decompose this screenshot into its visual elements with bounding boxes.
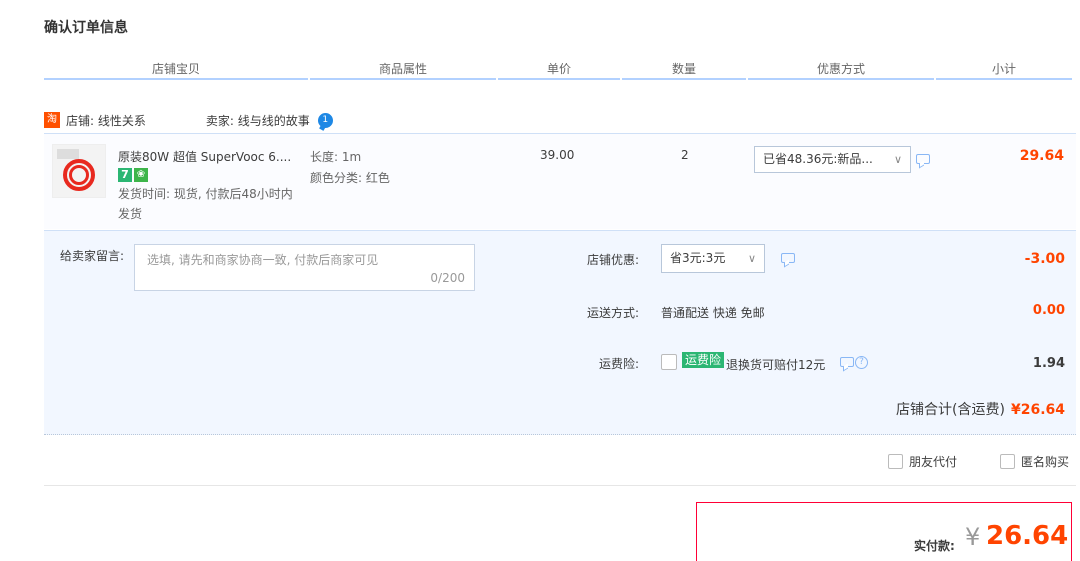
item-subtotal: 29.64: [1019, 148, 1064, 164]
insurance-text: 退换货可赔付12元: [726, 358, 826, 372]
discount-comment-icon[interactable]: [916, 154, 930, 164]
ship-time-text: 发货时间: 现货, 付款后48小时内发货: [118, 187, 293, 221]
col-header-attributes: 商品属性: [310, 62, 496, 80]
payment-currency: ¥: [965, 523, 981, 551]
item-discount-select[interactable]: 已省48.36元:新品... ∨: [754, 146, 911, 173]
product-box-graphic: [57, 149, 79, 159]
message-label: 给卖家留言:: [60, 249, 125, 263]
insurance-amount: 1.94: [1032, 356, 1065, 371]
chevron-down-icon: ∨: [893, 153, 902, 166]
friend-pay-checkbox[interactable]: [888, 454, 903, 469]
col-header-quantity: 数量: [622, 62, 746, 80]
col-header-unit-price: 单价: [498, 62, 620, 80]
payment-label: 实付款:: [914, 539, 955, 553]
shop-discount-comment-icon[interactable]: [781, 253, 795, 263]
order-extra-block: 给卖家留言: 选填, 请先和商家协商一致, 付款后商家可见 0/200 店铺优惠…: [44, 230, 1076, 435]
shipping-value: 普通配送 快递 免邮: [661, 306, 765, 320]
shop-total-amount: ¥26.64: [1010, 402, 1065, 418]
anonymous-option[interactable]: 匿名购买: [1000, 453, 1069, 470]
anonymous-checkbox[interactable]: [1000, 454, 1015, 469]
message-placeholder: 选填, 请先和商家协商一致, 付款后商家可见: [147, 253, 379, 267]
col-header-discount: 优惠方式: [748, 62, 934, 80]
insurance-tag: 运费险: [682, 352, 725, 368]
chevron-down-icon: ∨: [747, 252, 756, 265]
message-char-count: 0/200: [430, 271, 465, 285]
shop-total: 店铺合计(含运费) ¥26.64: [896, 399, 1065, 419]
taobao-badge-icon: 淘: [44, 112, 60, 128]
anonymous-label: 匿名购买: [1021, 455, 1070, 469]
insurance-checkbox[interactable]: [661, 354, 677, 370]
page-title: 确认订单信息: [44, 20, 128, 36]
col-header-subtotal: 小计: [936, 62, 1072, 80]
eco-leaf-icon: ❀: [134, 168, 148, 182]
seven-day-return-icon: 7: [118, 168, 132, 182]
product-thumbnail[interactable]: [52, 144, 106, 198]
friend-pay-option[interactable]: 朋友代付: [888, 453, 957, 470]
shop-discount-value: 省3元:3元: [670, 251, 726, 265]
payment-summary-box: 实付款: ¥ 26.64: [696, 502, 1072, 561]
attr-length: 长度: 1m: [310, 150, 362, 164]
shop-total-label: 店铺合计(含运费): [896, 402, 1005, 418]
quantity-value: 2: [681, 148, 689, 162]
col-header-shop-item: 店铺宝贝: [44, 62, 308, 80]
product-badges: 7 ❀: [118, 168, 148, 182]
help-icon[interactable]: ?: [855, 356, 868, 369]
seller-message-input[interactable]: 选填, 请先和商家协商一致, 付款后商家可见 0/200: [134, 244, 475, 291]
shop-discount-select[interactable]: 省3元:3元 ∨: [661, 244, 765, 273]
attr-color: 颜色分类: 红色: [310, 171, 390, 185]
shipping-amount: 0.00: [1032, 303, 1065, 318]
shop-discount-label: 店铺优惠:: [586, 253, 639, 267]
product-title-link[interactable]: 原装80W 超值 SuperVooc 6....: [118, 148, 303, 165]
shop-name-link[interactable]: 店铺: 线性关系: [66, 112, 146, 129]
order-item-row: 原装80W 超值 SuperVooc 6.... 7 ❀ 发货时间: 现货, 付…: [44, 133, 1076, 229]
shop-line: 淘 店铺: 线性关系 卖家: 线与线的故事 1: [44, 112, 333, 128]
shop-discount-amount: -3.00: [1024, 251, 1065, 267]
cable-coil-inner-graphic: [69, 165, 89, 185]
friend-pay-label: 朋友代付: [909, 455, 958, 469]
payment-amount: 26.64: [986, 521, 1069, 551]
unit-price: 39.00: [540, 148, 575, 162]
seller-name-link[interactable]: 卖家: 线与线的故事: [206, 112, 310, 129]
item-discount-value: 已省48.36元:新品...: [763, 152, 873, 166]
insurance-label: 运费险:: [598, 357, 639, 371]
purchase-options-row: 朋友代付 匿名购买: [44, 436, 1076, 486]
insurance-comment-icon[interactable]: [840, 357, 854, 367]
wangwang-chat-icon[interactable]: 1: [317, 112, 333, 128]
shipping-label: 运送方式:: [586, 306, 639, 320]
